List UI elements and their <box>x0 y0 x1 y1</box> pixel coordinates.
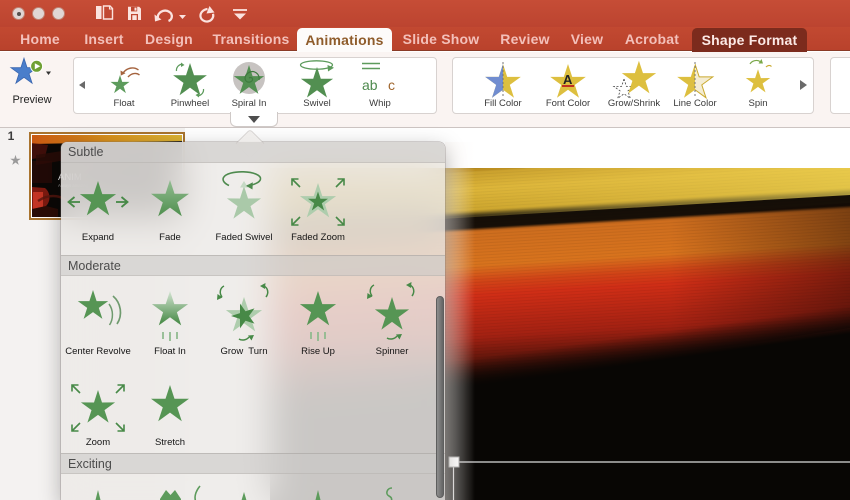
svg-text:c: c <box>388 77 395 93</box>
svg-text:A: A <box>563 72 573 87</box>
svg-text:ab: ab <box>362 77 378 93</box>
